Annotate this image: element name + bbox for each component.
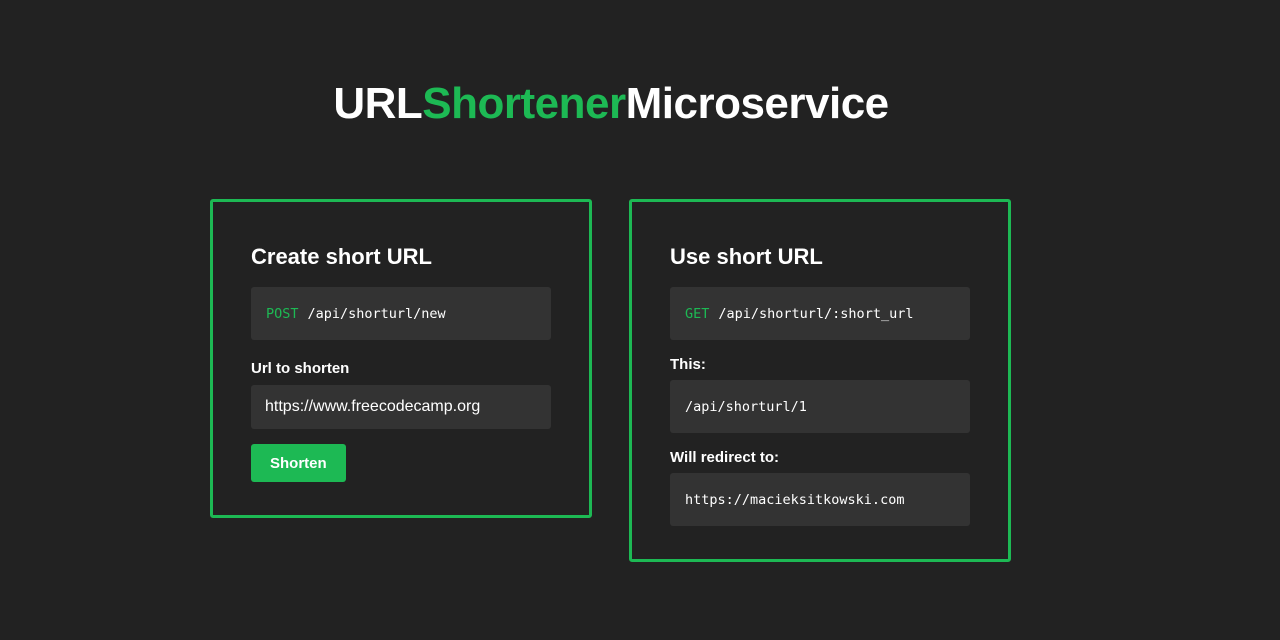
create-card-heading: Create short URL	[251, 244, 432, 269]
use-card-heading: Use short URL	[670, 244, 823, 269]
shorten-button[interactable]: Shorten	[251, 444, 346, 482]
page: URLShortenerMicroservice Create short UR…	[0, 0, 1280, 640]
page-title: URLShortenerMicroservice	[0, 78, 1222, 130]
redirect-label: Will redirect to:	[670, 449, 780, 466]
url-input-label: Url to shorten	[251, 360, 350, 377]
url-input[interactable]	[251, 385, 551, 429]
create-endpoint-path: /api/shorturl/new	[307, 305, 446, 322]
use-endpoint-method: GET	[685, 305, 710, 322]
title-microservice: Microservice	[625, 79, 890, 128]
create-endpoint: POST /api/shorturl/new	[251, 287, 551, 340]
title-shortener: Shortener	[422, 79, 626, 128]
use-endpoint-path: /api/shorturl/:short_url	[718, 305, 914, 322]
this-label: This:	[670, 356, 706, 373]
create-short-url-card: Create short URL POST /api/shorturl/new …	[210, 199, 592, 518]
this-example-value: /api/shorturl/1	[685, 398, 807, 415]
use-endpoint: GET /api/shorturl/:short_url	[670, 287, 970, 340]
redirect-example: https://macieksitkowski.com	[670, 473, 970, 526]
use-short-url-card: Use short URL GET /api/shorturl/:short_u…	[629, 199, 1011, 562]
this-example: /api/shorturl/1	[670, 380, 970, 433]
redirect-example-value: https://macieksitkowski.com	[685, 491, 905, 508]
create-endpoint-method: POST	[266, 305, 299, 322]
title-url: URL	[333, 79, 423, 128]
